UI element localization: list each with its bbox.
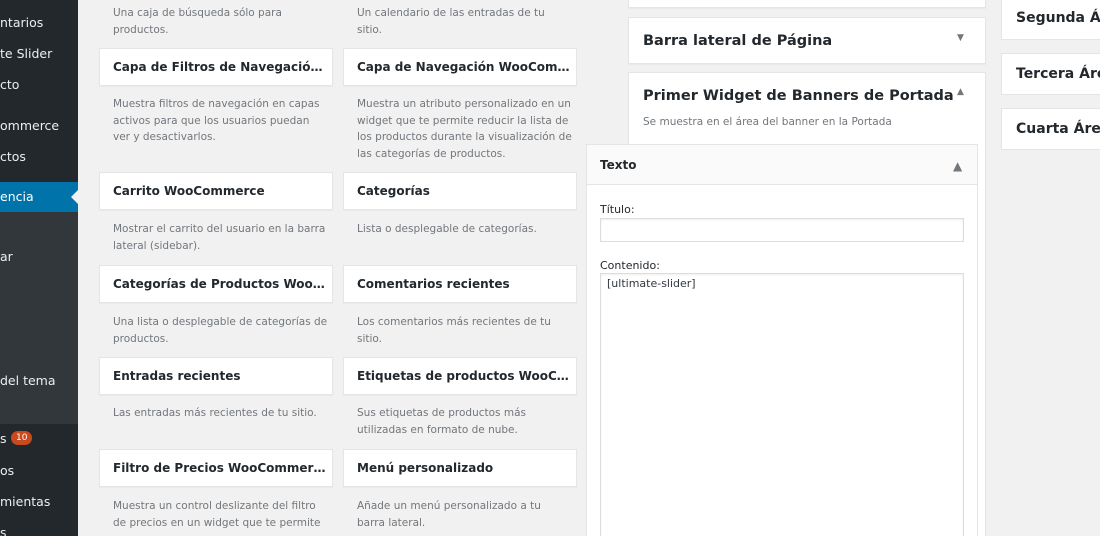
sidebar-item-woocommerce[interactable]: ommerce [0,111,78,141]
sidebar-item-label: s [0,431,7,446]
content-textarea[interactable]: [ultimate-slider] [600,273,964,536]
widget-area-fourth[interactable]: Cuarta Área [1001,108,1100,150]
sidebar-item-label: del tema [0,373,56,388]
widget-area-title: Cuarta Área [1016,121,1100,137]
widget-description: Muestra un control deslizante del filtro… [113,500,321,529]
sidebar-item-settings[interactable]: s [0,518,78,536]
update-count-badge: 10 [11,431,33,445]
widget-area-description: Se muestra en el área del banner en la P… [643,116,892,128]
sidebar-item-label: cto [0,77,20,92]
text-widget-title: Texto [600,158,637,172]
widget-layered-nav-filters[interactable]: Capa de Filtros de Navegación Woo... [99,48,333,86]
title-input[interactable] [600,218,964,242]
sidebar-item-label: ar [0,249,13,264]
text-widget-header[interactable]: Texto ▲ [587,145,977,185]
widget-description: Muestra un atributo personalizado en un … [357,98,572,160]
content-label: Contenido: [600,259,660,272]
widget-title-label: Menú personalizado [357,461,494,475]
widget-area-title: Barra lateral de Página [643,33,833,49]
sidebar-item-customize[interactable]: ar [0,242,78,272]
sidebar-item-contact[interactable]: cto [0,70,78,100]
sidebar-item-label: mientas [0,494,51,509]
text-widget: Texto ▲ Título: Contenido: [ultimate-sli… [586,144,978,536]
widget-title-label: Entradas recientes [113,369,241,383]
widget-recent-posts[interactable]: Entradas recientes [99,357,333,395]
widget-title-label: Categorías [357,184,430,198]
widget-custom-menu[interactable]: Menú personalizado [343,449,577,487]
sidebar-item-label: ctos [0,149,26,164]
widget-description: Un calendario de las entradas de tu siti… [357,7,545,36]
sidebar-item-appearance[interactable]: encia [0,182,78,212]
widget-title-label: Capa de Navegación WooCommerce [357,60,572,74]
widget-description: Una lista o desplegable de categorías de… [113,316,328,345]
widget-categories[interactable]: Categorías [343,172,577,210]
sidebar-item-products[interactable]: ctos [0,142,78,172]
widget-description: Muestra filtros de navegación en capas a… [113,98,320,143]
sidebar-item-plugins[interactable]: s 10 [0,424,78,454]
widget-title-label: Filtro de Precios WooCommerce [113,461,328,475]
widget-area-page-sidebar[interactable]: Barra lateral de Página ▼ [628,17,986,64]
widget-area-title: Tercera Área [1016,66,1100,82]
arrow-up-icon[interactable]: ▲ [957,87,964,97]
title-label: Título: [600,203,635,216]
widget-product-tag-cloud[interactable]: Etiquetas de productos WooComme... [343,357,577,395]
widget-description: Sus etiquetas de productos más utilizada… [357,407,526,436]
widget-area-title: Segunda Áre [1016,10,1100,26]
sidebar-item-label: encia [0,189,34,204]
sidebar-item-label: te Slider [0,46,53,61]
widget-description: Las entradas más recientes de tu sitio. [113,407,317,419]
sidebar-item-label: os [0,463,15,478]
widget-area-partial[interactable] [628,0,986,8]
widget-description: Los comentarios más recientes de tu siti… [357,316,551,345]
widget-area-title: Primer Widget de Banners de Portada [643,88,954,104]
widget-title-label: Carrito WooCommerce [113,184,265,198]
widget-price-filter[interactable]: Filtro de Precios WooCommerce [99,449,333,487]
widget-title-label: Etiquetas de productos WooComme... [357,369,572,383]
widget-description: Añade un menú personalizado a tu barra l… [357,500,541,529]
widget-layered-nav[interactable]: Capa de Navegación WooCommerce [343,48,577,86]
sidebar-item-ultimate-slider[interactable]: te Slider [0,39,78,69]
widget-area-second[interactable]: Segunda Áre [1001,0,1100,40]
widget-recent-comments[interactable]: Comentarios recientes [343,265,577,303]
admin-sidebar: ntarios te Slider cto ommerce ctos encia… [0,0,78,536]
widget-woocommerce-cart[interactable]: Carrito WooCommerce [99,172,333,210]
sidebar-item-tools[interactable]: mientas [0,487,78,517]
widget-title-label: Capa de Filtros de Navegación Woo... [113,60,328,74]
arrow-down-icon[interactable]: ▼ [957,33,964,43]
widget-product-categories[interactable]: Categorías de Productos WooComm... [99,265,333,303]
widget-title-label: Categorías de Productos WooComm... [113,277,328,291]
sidebar-item-label: ommerce [0,118,60,133]
sidebar-item-theme-editor[interactable]: del tema [0,366,78,396]
sidebar-item-label: s [0,525,7,536]
sidebar-item-comments[interactable]: ntarios [0,8,78,38]
sidebar-item-label: ntarios [0,15,44,30]
widget-description: Una caja de búsqueda sólo para productos… [113,7,282,36]
widget-area-third[interactable]: Tercera Área [1001,53,1100,95]
widget-description: Mostrar el carrito del usuario en la bar… [113,223,326,252]
widget-description: Lista o desplegable de categorías. [357,223,537,235]
sidebar-item-users[interactable]: os [0,456,78,486]
arrow-up-icon[interactable]: ▲ [953,159,962,173]
widget-title-label: Comentarios recientes [357,277,510,291]
